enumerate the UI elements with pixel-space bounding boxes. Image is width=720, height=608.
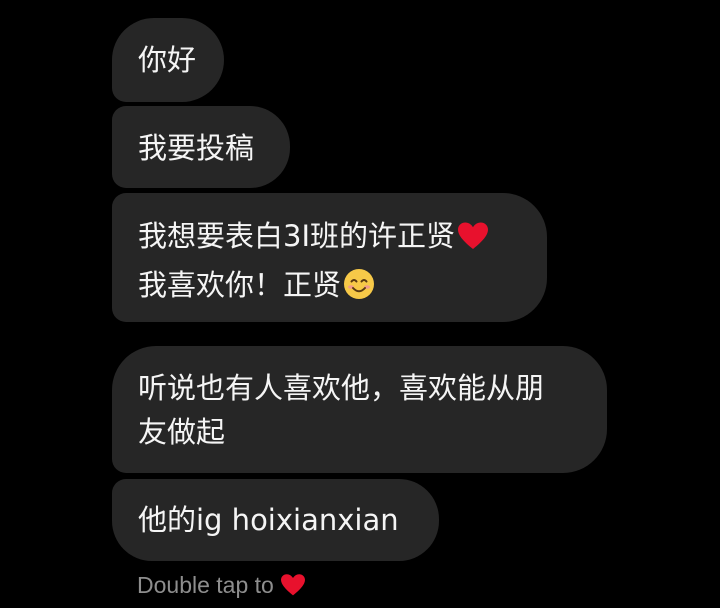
message-text: 你好: [138, 43, 197, 77]
message-text: 友做起: [138, 415, 226, 449]
double-tap-hint: Double tap to: [137, 568, 306, 606]
message-text: 我想要表白3I班的许正贤: [138, 219, 456, 253]
message-text: 他的ig hoixianxian: [138, 503, 399, 537]
message-text: 我要投稿: [138, 131, 255, 165]
message-bubble[interactable]: 听说也有人喜欢他，喜欢能从朋 友做起: [112, 346, 607, 473]
message-line: 我喜欢你！正贤: [138, 263, 521, 312]
message-line: 我想要表白3I班的许正贤: [138, 214, 521, 263]
message-bubble[interactable]: 你好: [112, 18, 224, 102]
message-bubble[interactable]: 我要投稿: [112, 106, 290, 188]
message-bubble[interactable]: 他的ig hoixianxian: [112, 479, 439, 561]
red-heart-icon: [457, 219, 489, 263]
smiling-face-icon: [343, 268, 375, 312]
message-bubble[interactable]: 我想要表白3I班的许正贤 我喜欢你！正贤: [112, 193, 547, 322]
message-text: 听说也有人喜欢他，喜欢能从朋: [138, 371, 545, 405]
red-heart-icon[interactable]: [280, 572, 306, 606]
chat-thread: 你好 我要投稿 我想要表白3I班的许正贤 我喜欢你！正贤 听说也有人喜欢他，喜欢…: [0, 0, 720, 608]
message-text: 我喜欢你！正贤: [138, 268, 342, 302]
hint-text: Double tap to: [137, 572, 274, 598]
